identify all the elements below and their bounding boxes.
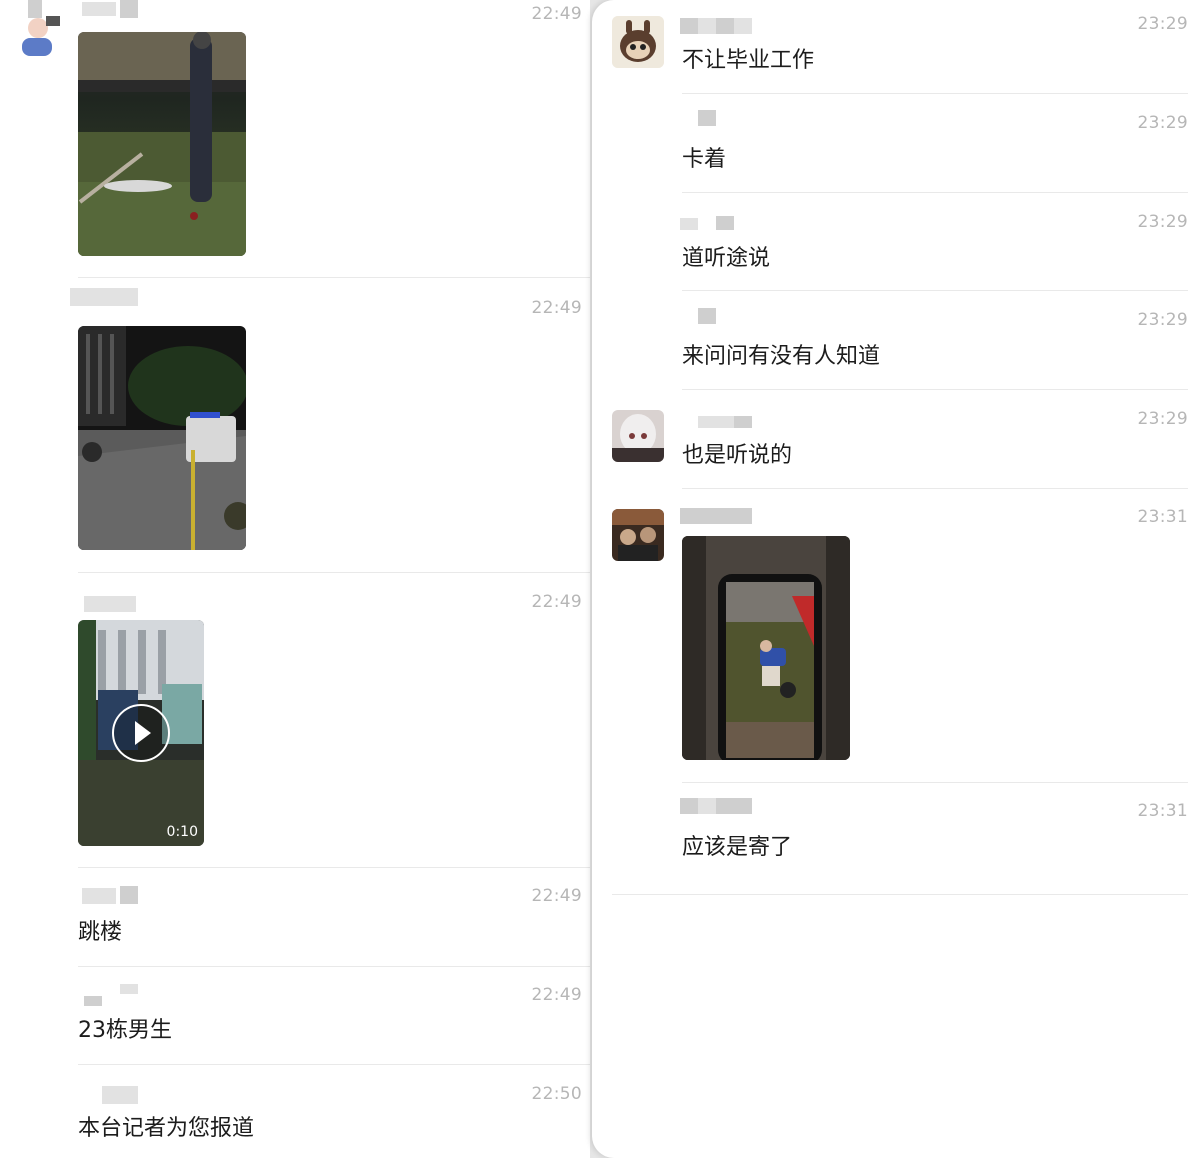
sender-name-redacted [680,798,698,814]
message-divider [612,894,1188,895]
sender-name-redacted [28,0,42,18]
message-text: 本台记者为您报道 [78,1116,255,1141]
message-timestamp: 23:31 [1137,801,1188,821]
sender-name-redacted [734,18,752,34]
sender-avatar[interactable] [612,16,664,68]
sender-name-redacted [698,18,716,34]
message-divider [682,192,1188,193]
message-timestamp: 22:49 [531,985,582,1005]
sender-avatar[interactable] [612,410,664,462]
sender-name-redacted [120,0,138,18]
sender-name-redacted [716,798,752,814]
sender-name-redacted [698,110,716,126]
message-divider [682,93,1188,94]
sender-avatar[interactable] [16,12,62,58]
message-timestamp: 23:29 [1137,14,1188,34]
sender-avatar[interactable] [612,509,664,561]
right-chat-panel[interactable]: 23:29 不让毕业工作 23:29 卡着 23:29 道听途说 23:29 来… [592,0,1200,1158]
message-timestamp: 23:29 [1137,113,1188,133]
message-timestamp: 22:49 [531,4,582,24]
message-timestamp: 22:49 [531,592,582,612]
sender-name-redacted [120,984,138,994]
play-icon[interactable] [112,704,170,762]
message-timestamp: 22:50 [531,1084,582,1104]
video-duration: 0:10 [166,824,198,840]
message-divider [682,782,1188,783]
sender-name-redacted [82,888,116,904]
message-text: 也是听说的 [682,443,793,468]
message-timestamp: 22:49 [531,298,582,318]
image-message[interactable] [78,326,246,550]
sender-name-redacted [120,886,138,904]
message-divider [78,867,590,868]
message-timestamp: 23:29 [1137,409,1188,429]
sender-name-redacted [734,416,752,428]
image-message[interactable] [78,32,246,256]
sender-name-redacted [680,218,698,230]
sender-name-redacted [698,308,716,324]
message-divider [78,966,590,967]
message-divider [682,488,1188,489]
message-timestamp: 22:49 [531,886,582,906]
sender-name-redacted [698,798,716,814]
left-chat-panel[interactable]: 22:49 22:49 22:49 0:10 22:49 跳楼 22:49 23… [0,0,590,1158]
sender-name-redacted [84,596,136,612]
sender-name-redacted [680,18,698,34]
message-text: 不让毕业工作 [682,48,815,73]
sender-name-redacted [698,416,734,428]
sender-name-redacted [84,996,102,1006]
sender-name-redacted [716,18,734,34]
message-text: 跳楼 [78,920,123,945]
video-message[interactable]: 0:10 [78,620,204,846]
message-text: 卡着 [682,147,727,172]
sender-name-redacted [716,216,734,230]
sender-name-redacted [82,2,116,16]
message-timestamp: 23:31 [1137,507,1188,527]
sender-name-redacted [70,288,138,306]
message-timestamp: 23:29 [1137,212,1188,232]
message-divider [78,277,590,278]
sender-name-redacted [680,508,752,524]
message-text: 来问问有没有人知道 [682,344,881,369]
sender-name-redacted [102,1086,138,1104]
message-divider [682,389,1188,390]
message-timestamp: 23:29 [1137,310,1188,330]
message-divider [78,1064,590,1065]
message-text: 23栋男生 [78,1018,172,1043]
message-text: 道听途说 [682,246,771,271]
image-message[interactable] [682,536,850,760]
message-divider [78,572,590,573]
message-divider [682,290,1188,291]
message-text: 应该是寄了 [682,835,793,860]
